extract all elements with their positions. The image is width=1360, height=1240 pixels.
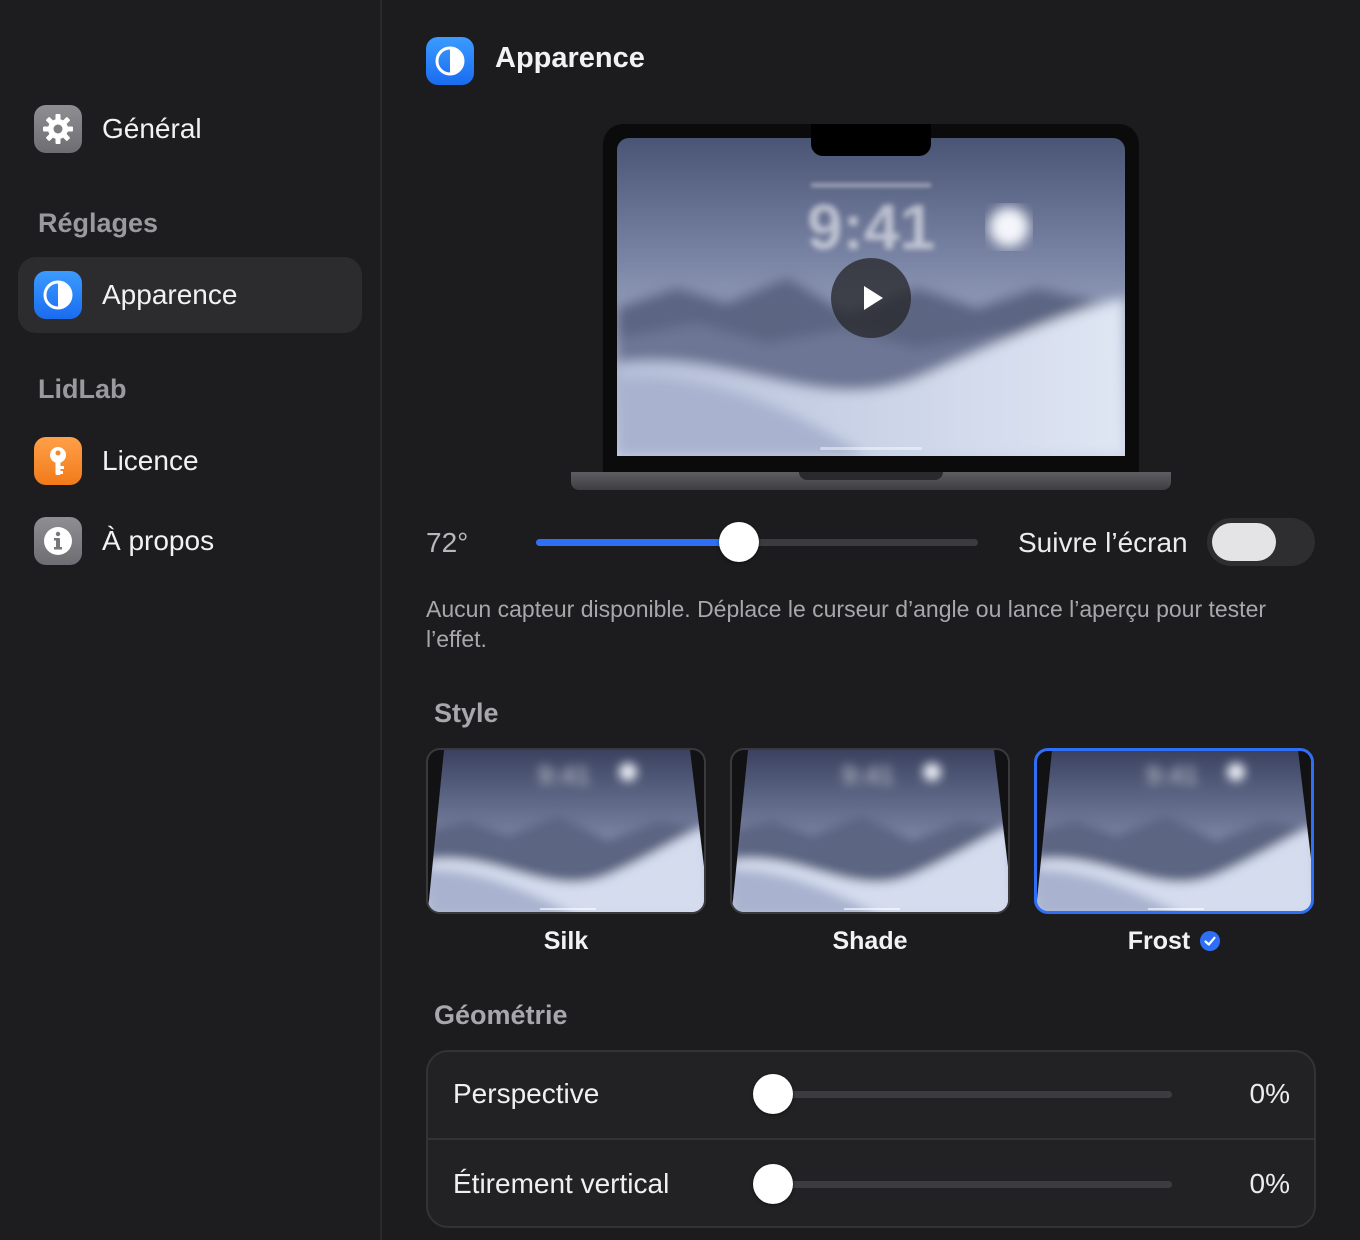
laptop-notch	[811, 124, 931, 156]
vertical-stretch-value: 0%	[1249, 1168, 1290, 1199]
sidebar-item-general[interactable]: Général	[18, 91, 362, 167]
perspective-slider-knob[interactable]	[753, 1074, 793, 1114]
sidebar-item-label: Licence	[102, 445, 199, 476]
style-option-frost[interactable]: 9:41	[1034, 748, 1314, 914]
sidebar-item-licence[interactable]: Licence	[18, 423, 362, 499]
contrast-icon	[426, 37, 474, 85]
svg-text:9:41: 9:41	[538, 760, 590, 790]
style-preview: 9:41	[1037, 751, 1311, 911]
perspective-slider[interactable]	[773, 1091, 1172, 1098]
style-preview: 9:41	[428, 750, 704, 912]
play-button[interactable]	[831, 258, 911, 338]
follow-screen-label: Suivre l’écran	[1018, 527, 1188, 558]
gear-icon	[34, 105, 82, 153]
style-option-shade[interactable]: 9:41	[730, 748, 1010, 914]
style-label-shade: Shade	[832, 927, 908, 955]
sidebar-item-label: Apparence	[102, 279, 238, 310]
perspective-label: Perspective	[453, 1078, 600, 1109]
sidebar-item-label: À propos	[102, 525, 215, 556]
sensor-hint: Aucun capteur disponible. Déplace le cur…	[426, 596, 1267, 652]
angle-slider-fill	[536, 539, 740, 546]
angle-slider-knob[interactable]	[719, 522, 760, 562]
toggle-knob	[1212, 523, 1276, 561]
perspective-value: 0%	[1249, 1078, 1290, 1109]
vertical-stretch-slider-knob[interactable]	[753, 1164, 793, 1204]
sidebar-section-lidlab: LidLab	[38, 374, 127, 404]
vertical-stretch-label: Étirement vertical	[453, 1168, 670, 1199]
geometry-section-title: Géométrie	[434, 1000, 568, 1030]
page-title: Apparence	[495, 42, 645, 74]
svg-text:9:41: 9:41	[1146, 760, 1198, 790]
sidebar-item-label: Général	[102, 113, 202, 144]
style-preview: 9:41	[732, 750, 1008, 912]
divider	[428, 1138, 1314, 1140]
key-icon	[34, 437, 82, 485]
vertical-stretch-slider[interactable]	[773, 1181, 1172, 1188]
sidebar: Général Réglages Apparence LidLab Licenc…	[0, 0, 382, 1240]
preview-clock: 9:41	[806, 191, 936, 263]
sidebar-item-apparence[interactable]: Apparence	[18, 257, 362, 333]
play-icon	[864, 286, 883, 310]
style-option-silk[interactable]: 9:41	[426, 748, 706, 914]
preview-date: ▬▬▬▬▬▬▬▬▬▬	[811, 176, 931, 190]
sidebar-item-a-propos[interactable]: À propos	[18, 503, 362, 579]
checkmark-icon	[1200, 931, 1221, 951]
style-label-frost-text: Frost	[1127, 927, 1191, 955]
angle-value: 72°	[426, 527, 469, 558]
info-icon	[34, 517, 82, 565]
style-section-title: Style	[434, 698, 499, 728]
style-label-silk: Silk	[543, 927, 589, 955]
style-label-frost: Frost	[1034, 927, 1314, 956]
laptop-base-notch	[799, 472, 943, 480]
follow-screen-toggle[interactable]	[1207, 518, 1315, 566]
contrast-icon	[34, 271, 82, 319]
svg-text:9:41: 9:41	[842, 760, 894, 790]
sidebar-section-reglages: Réglages	[38, 208, 159, 238]
